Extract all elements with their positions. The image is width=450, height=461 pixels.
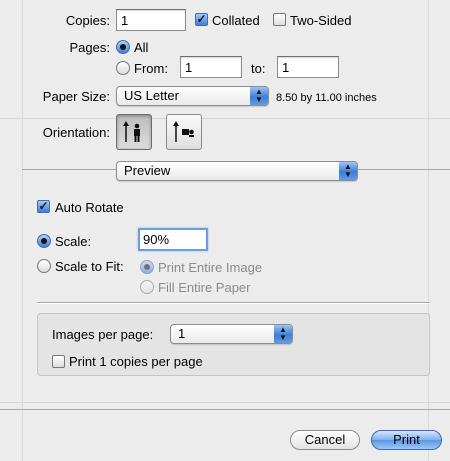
pages-from-radio[interactable] — [116, 61, 130, 75]
scale-label: Scale: — [55, 234, 92, 249]
pages-label: Pages: — [69, 40, 110, 55]
print-button[interactable]: Print — [371, 430, 442, 450]
cancel-button[interactable]: Cancel — [290, 430, 360, 450]
collated-checkbox[interactable]: ✓ — [195, 13, 208, 26]
copies-label: Copies: — [65, 13, 110, 28]
scale-to-fit-label: Scale to Fit: — [55, 259, 124, 274]
two-sided-checkbox[interactable] — [273, 13, 286, 26]
section-popup-value: Preview — [124, 163, 171, 178]
auto-rotate-checkbox[interactable]: ✓ — [37, 200, 50, 213]
pages-from-field[interactable] — [180, 56, 242, 78]
watermark-line — [0, 402, 450, 403]
fill-entire-paper-radio[interactable] — [140, 280, 154, 294]
scale-to-fit-radio[interactable] — [37, 259, 51, 273]
collated-label: Collated — [212, 13, 260, 28]
pages-to-field[interactable] — [277, 56, 339, 78]
landscape-orientation-button[interactable] — [166, 114, 202, 150]
section-popup[interactable]: Preview ▲ ▼ — [116, 161, 358, 181]
watermark-line — [428, 0, 429, 461]
two-sided-label: Two-Sided — [290, 13, 352, 28]
pages-to-label: to: — [251, 61, 266, 76]
paper-size-popup[interactable]: US Letter ▲ ▼ — [116, 86, 269, 106]
print-entire-image-label: Print Entire Image — [158, 260, 263, 275]
copies-field[interactable] — [116, 9, 186, 31]
orientation-label: Orientation: — [42, 125, 110, 140]
landscape-orientation-icon — [173, 121, 194, 142]
watermark-line — [22, 0, 23, 461]
pages-all-radio[interactable] — [116, 40, 130, 54]
footer-divider — [0, 409, 450, 410]
images-per-page-label: Images per page: — [52, 327, 154, 342]
paper-size-label: Paper Size: — [42, 89, 110, 104]
scale-radio[interactable] — [37, 234, 51, 248]
images-per-page-value: 1 — [178, 326, 186, 341]
popup-arrows-icon: ▲ ▼ — [250, 87, 268, 105]
scale-field[interactable] — [138, 228, 208, 251]
paper-dimensions: 8.50 by 11.00 inches — [276, 92, 377, 104]
watermark-line — [0, 118, 450, 119]
portrait-orientation-button[interactable] — [116, 114, 152, 150]
pages-all-label: All — [134, 40, 149, 55]
print-copies-per-page-checkbox[interactable] — [52, 355, 65, 368]
auto-rotate-label: Auto Rotate — [55, 200, 124, 215]
paper-size-value: US Letter — [124, 88, 179, 103]
print-entire-image-radio[interactable] — [140, 260, 154, 274]
fill-entire-paper-label: Fill Entire Paper — [158, 280, 251, 295]
portrait-orientation-icon — [123, 121, 140, 142]
images-per-page-popup[interactable]: 1 ▲ ▼ — [170, 324, 293, 344]
options-divider-highlight — [37, 303, 430, 304]
pages-from-label: From: — [134, 61, 168, 76]
print-copies-per-page-label: Print 1 copies per page — [69, 354, 203, 369]
popup-arrows-icon: ▲ ▼ — [274, 325, 292, 343]
popup-arrows-icon: ▲ ▼ — [339, 162, 357, 180]
